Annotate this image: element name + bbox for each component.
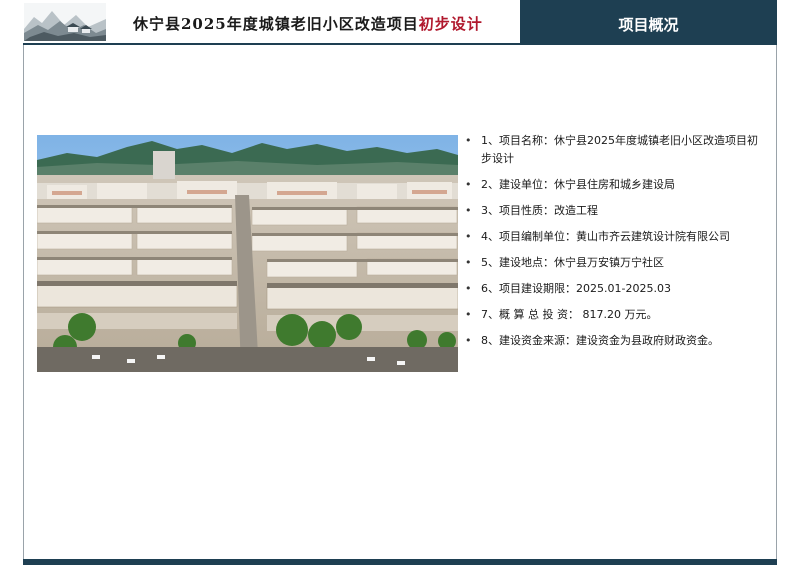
header-title-panel: 休宁县2025年度城镇老旧小区改造项目初步设计 xyxy=(23,0,520,45)
list-item: 4、项目编制单位：黄山市齐云建筑设计院有限公司 xyxy=(462,228,762,246)
section-title: 项目概况 xyxy=(618,16,679,34)
list-item: 1、项目名称：休宁县2025年度城镇老旧小区改造项目初步设计 xyxy=(462,132,762,168)
list-item: 2、建设单位：休宁县住房和城乡建设局 xyxy=(462,176,762,194)
footer-bar xyxy=(23,559,777,565)
list-item: 8、建设资金来源：建设资金为县政府财政资金。 xyxy=(462,332,762,350)
list-item: 7、概 算 总 投 资： 817.20 万元。 xyxy=(462,306,762,324)
section-panel: 项目概况 xyxy=(520,0,777,45)
ink-landscape-logo xyxy=(24,3,106,41)
header: 休宁县2025年度城镇老旧小区改造项目初步设计 项目概况 xyxy=(23,0,777,45)
project-overview-list: 1、项目名称：休宁县2025年度城镇老旧小区改造项目初步设计 2、建设单位：休宁… xyxy=(462,132,762,358)
title-accent: 初步设计 xyxy=(418,15,483,33)
title-main: 休宁县2025年度城镇老旧小区改造项目 xyxy=(133,15,419,33)
list-item: 6、项目建设期限：2025.01-2025.03 xyxy=(462,280,762,298)
list-item: 5、建设地点：休宁县万安镇万宁社区 xyxy=(462,254,762,272)
page-title: 休宁县2025年度城镇老旧小区改造项目初步设计 xyxy=(133,13,483,34)
list-item: 3、项目性质：改造工程 xyxy=(462,202,762,220)
aerial-town-photo xyxy=(37,135,458,372)
